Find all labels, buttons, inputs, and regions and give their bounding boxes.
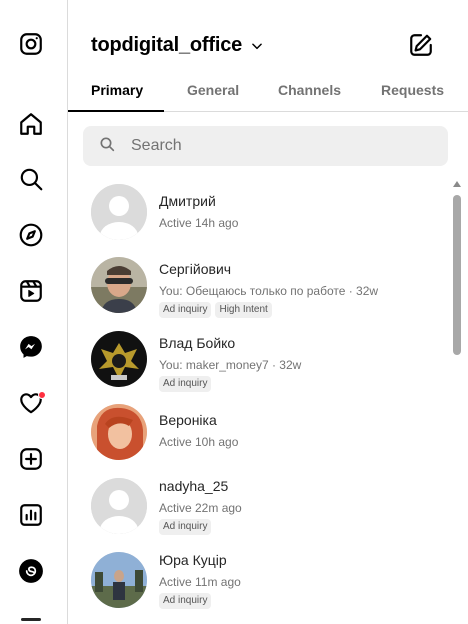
label-badge: Ad inquiry [159,593,212,609]
new-message-compose-icon[interactable] [408,32,434,58]
avatar [91,552,147,608]
notification-dot [38,391,46,399]
conversation-preview: Active 11m ago [159,575,241,589]
avatar [91,331,147,387]
account-switcher[interactable]: topdigital_office [91,34,264,57]
scroll-thumb[interactable] [453,195,461,355]
conversation-row[interactable]: Юра Куцір Active 11m ago Ad inquiry [68,552,448,622]
inbox-tabs: Primary General Channels Requests [68,70,468,112]
explore-compass-icon[interactable] [18,222,44,248]
search-input[interactable] [131,137,411,155]
conversation-preview: You: Обещаюсь только по работе · 32w [159,284,379,298]
messenger-icon[interactable] [18,334,44,360]
conversation-labels: Ad inquiry [159,593,212,609]
tab-primary[interactable]: Primary [91,82,143,98]
conversation-name: nadyha_25 [159,478,229,494]
conversation-row[interactable]: Вероніка Active 10h ago [68,404,448,474]
conversation-row[interactable]: Влад Бойко You: maker_money7 · 32w Ad in… [68,331,448,401]
active-tab-indicator [68,110,164,112]
label-badge: Ad inquiry [159,519,212,535]
conversation-row[interactable]: Дмитрий Active 14h ago [68,184,448,254]
conversation-name: Влад Бойко [159,335,236,351]
threads-icon[interactable] [18,558,44,584]
conversation-preview: Active 10h ago [159,435,239,449]
conversation-labels: Ad inquiry High Intent [159,302,272,318]
conversation-labels: Ad inquiry [159,519,212,535]
conversation-preview: Active 14h ago [159,216,239,230]
tab-channels[interactable]: Channels [278,82,341,98]
instagram-logo-icon[interactable] [18,31,44,57]
create-plus-icon[interactable] [18,446,44,472]
conversation-list: Дмитрий Active 14h ago Сергійович You: О… [68,176,448,624]
avatar [91,184,147,240]
left-nav-rail [0,0,68,624]
search-icon [99,136,115,157]
home-icon[interactable] [18,111,44,137]
reels-icon[interactable] [18,278,44,304]
avatar [91,478,147,534]
conversation-preview: You: maker_money7 · 32w [159,358,302,372]
avatar [91,404,147,460]
conversation-name: Юра Куцір [159,552,227,568]
search-bar[interactable] [83,126,448,166]
dashboard-bars-icon[interactable] [18,502,44,528]
account-name: topdigital_office [91,34,243,56]
conversation-name: Вероніка [159,412,217,428]
avatar [91,257,147,313]
list-scrollbar[interactable] [450,176,464,624]
scroll-up-arrow-icon[interactable] [453,181,461,187]
search-icon[interactable] [18,166,44,192]
more-menu-icon[interactable] [21,618,41,621]
label-badge: High Intent [215,302,272,318]
chevron-down-icon [250,39,264,53]
tab-general[interactable]: General [187,82,239,98]
label-badge: Ad inquiry [159,376,212,392]
conversation-preview: Active 22m ago [159,501,242,515]
label-badge: Ad inquiry [159,302,212,318]
conversation-name: Сергійович [159,261,232,277]
tab-requests[interactable]: Requests [381,82,444,98]
conversation-row[interactable]: Сергійович You: Обещаюсь только по работ… [68,257,448,327]
conversation-name: Дмитрий [159,193,216,209]
conversation-row[interactable]: nadyha_25 Active 22m ago Ad inquiry [68,478,448,548]
conversation-labels: Ad inquiry [159,376,212,392]
